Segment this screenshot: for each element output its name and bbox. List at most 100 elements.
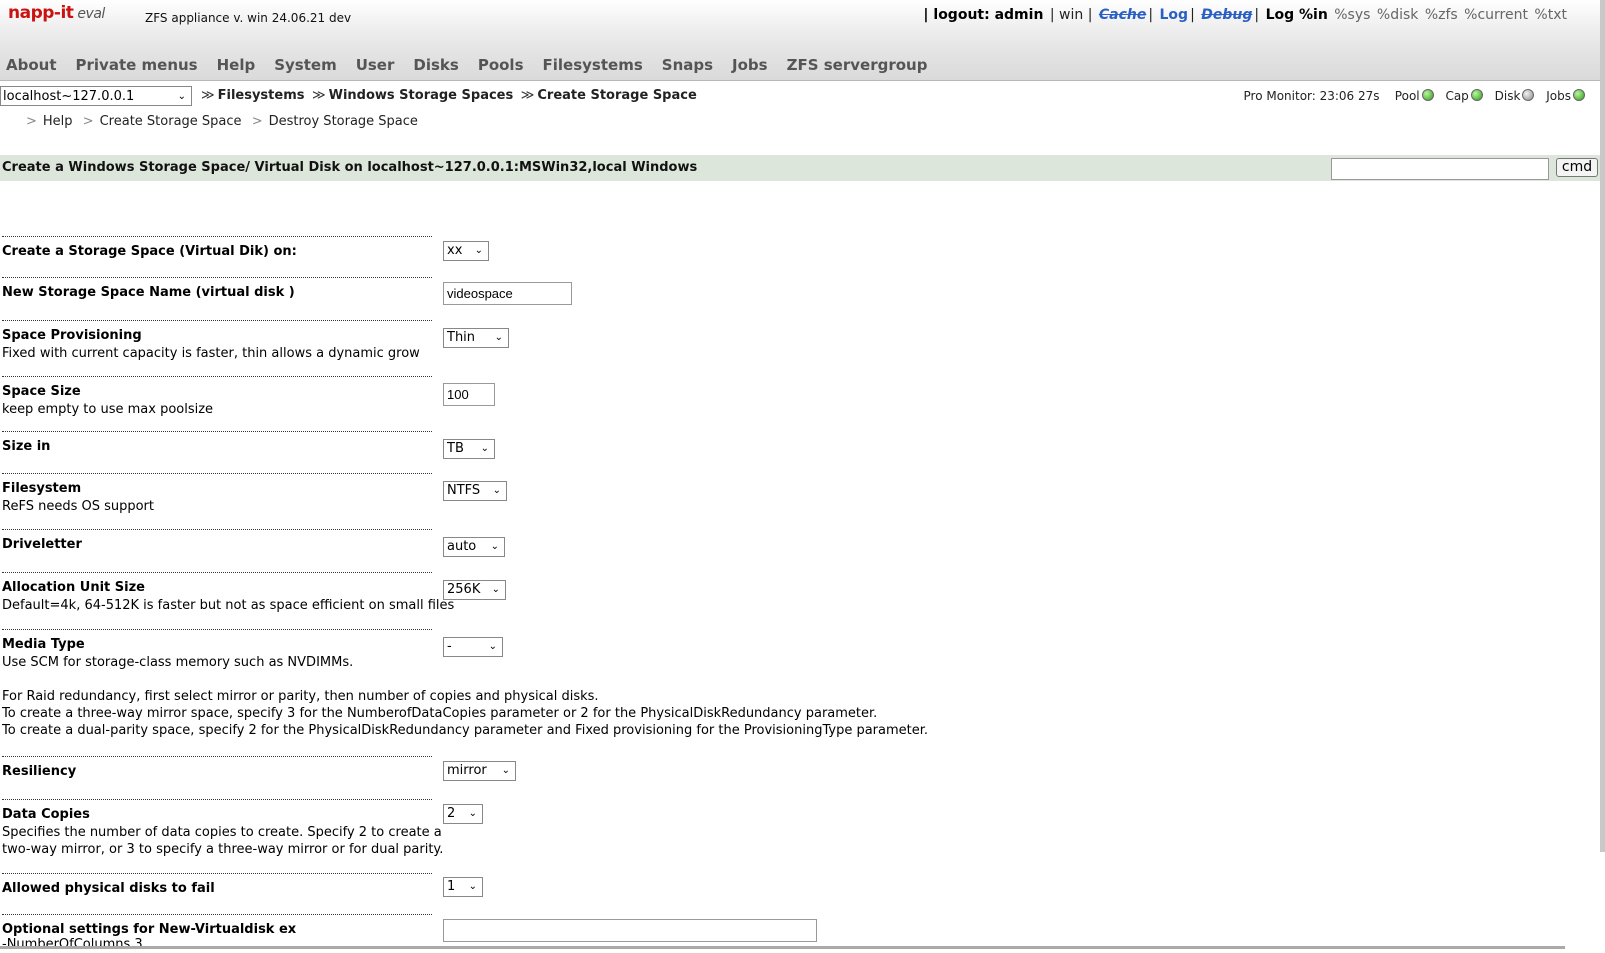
media-type-select[interactable]: - ⌄	[443, 637, 503, 657]
double-chevron-icon: ≫	[201, 88, 215, 103]
app-logo[interactable]: napp-it eval	[8, 3, 105, 23]
provisioning-select[interactable]: Thin ⌄	[443, 328, 509, 348]
cmd-input[interactable]	[1331, 158, 1549, 180]
chevron-down-icon: ⌄	[491, 584, 500, 595]
size-in-label: Size in	[2, 439, 51, 454]
monitor-pool[interactable]: Pool	[1395, 89, 1420, 103]
copies-select[interactable]: 2 ⌄	[443, 804, 483, 824]
row-divider	[2, 376, 432, 377]
create-on-select[interactable]: xx ⌄	[443, 241, 489, 261]
double-chevron-icon: ≫	[312, 88, 326, 103]
nav-user[interactable]: User	[356, 54, 395, 76]
copies-label: Data Copies	[2, 807, 90, 822]
row-divider	[2, 572, 432, 573]
cmd-button[interactable]: cmd	[1556, 158, 1598, 177]
header-bar: napp-it eval ZFS appliance v. win 24.06.2…	[0, 0, 1605, 81]
monitor-time: Pro Monitor: 23:06 27s	[1243, 89, 1380, 103]
nav-private-menus[interactable]: Private menus	[76, 54, 198, 76]
sys-link[interactable]: %sys	[1334, 7, 1370, 23]
sub-menu: > Help > Create Storage Space > Destroy Sto…	[26, 114, 418, 129]
double-chevron-icon: ≫	[520, 88, 535, 103]
logout-link[interactable]: | logout: admin	[923, 7, 1043, 23]
raid-note-line: To create a three-way mirror space, spec…	[2, 706, 878, 721]
row-divider	[2, 799, 432, 800]
cache-link[interactable]: Cache	[1099, 7, 1146, 23]
chevron-down-icon: ⌄	[494, 332, 503, 343]
nav-about[interactable]: About	[6, 54, 57, 76]
disk-status-icon	[1522, 89, 1535, 101]
top-links: | logout: admin | win | Cache | Log | Debu…	[923, 7, 1567, 23]
log-link[interactable]: Log	[1160, 7, 1189, 23]
win-link[interactable]: | win |	[1050, 7, 1093, 23]
optional-label: Optional settings for New-Virtualdisk ex	[2, 922, 297, 937]
vertical-scrollbar[interactable]	[1600, 0, 1605, 852]
nav-zfs-servergroup[interactable]: ZFS servergroup	[787, 54, 928, 76]
nav-jobs[interactable]: Jobs	[732, 54, 768, 76]
filesystem-label: Filesystem	[2, 481, 82, 496]
pool-status-icon	[1421, 89, 1434, 101]
crumb-windows-storage-spaces[interactable]: Windows Storage Spaces	[329, 88, 514, 103]
row-divider	[2, 236, 432, 237]
nav-filesystems[interactable]: Filesystems	[543, 54, 643, 76]
provisioning-desc: Fixed with current capacity is faster, t…	[2, 346, 420, 361]
allocation-desc: Default=4k, 64-512K is faster but not as…	[2, 598, 455, 613]
crumb-create-storage-space[interactable]: Create Storage Space	[537, 88, 696, 103]
txt-link[interactable]: %txt	[1534, 7, 1567, 23]
submenu-help[interactable]: Help	[43, 114, 73, 129]
nav-disks[interactable]: Disks	[413, 54, 458, 76]
chevron-down-icon: ⌄	[474, 245, 483, 256]
chevron-down-icon: ⌄	[490, 541, 499, 552]
space-name-input[interactable]	[443, 282, 572, 305]
crumb-filesystems[interactable]: Filesystems	[218, 88, 305, 103]
chevron-down-icon: ⌄	[177, 91, 186, 102]
provisioning-label: Space Provisioning	[2, 328, 142, 343]
size-desc: keep empty to use max poolsize	[2, 402, 214, 417]
allocation-label: Allocation Unit Size	[2, 580, 145, 595]
raid-note: For Raid redundancy, first select mirror…	[2, 688, 928, 739]
chevron-down-icon: ⌄	[468, 881, 477, 892]
driveletter-select[interactable]: auto ⌄	[443, 537, 505, 557]
debug-link[interactable]: Debug	[1201, 7, 1252, 23]
logo-edition: eval	[77, 6, 105, 22]
app-version: ZFS appliance v. win 24.06.21 dev	[145, 11, 352, 25]
chevron-right-icon: >	[82, 114, 94, 129]
horizontal-scrollbar[interactable]	[0, 946, 1565, 949]
filesystem-desc: ReFS needs OS support	[2, 499, 155, 514]
media-desc: Use SCM for storage-class memory such as…	[2, 655, 354, 670]
nav-pools[interactable]: Pools	[478, 54, 524, 76]
disk-link[interactable]: %disk	[1377, 7, 1418, 23]
allocation-select[interactable]: 256K ⌄	[443, 580, 506, 600]
submenu-create-storage-space[interactable]: Create Storage Space	[100, 114, 242, 129]
breadcrumb: ≫ Filesystems ≫ Windows Storage Spaces ≫ Cr…	[198, 88, 697, 103]
monitor-disk[interactable]: Disk	[1495, 89, 1521, 103]
nav-help[interactable]: Help	[217, 54, 256, 76]
row-divider	[2, 873, 432, 874]
monitor-jobs[interactable]: Jobs	[1546, 89, 1571, 103]
chevron-down-icon: ⌄	[468, 808, 477, 819]
monitor-cap[interactable]: Cap	[1445, 89, 1468, 103]
pro-monitor: Pro Monitor: 23:06 27s Pool Cap Disk Job…	[1243, 89, 1585, 103]
row-divider	[2, 431, 432, 432]
size-in-select[interactable]: TB ⌄	[443, 439, 495, 459]
zfs-link[interactable]: %zfs	[1425, 7, 1458, 23]
log-in-link[interactable]: Log %in	[1266, 7, 1328, 23]
disks-to-fail-select[interactable]: 1 ⌄	[443, 877, 483, 897]
nav-snaps[interactable]: Snaps	[662, 54, 713, 76]
filesystem-select[interactable]: NTFS ⌄	[443, 481, 507, 501]
row-divider	[2, 277, 432, 278]
submenu-destroy-storage-space[interactable]: Destroy Storage Space	[269, 114, 418, 129]
cap-status-icon	[1470, 89, 1483, 101]
current-link[interactable]: %current	[1464, 7, 1528, 23]
fail-label: Allowed physical disks to fail	[2, 881, 215, 896]
jobs-status-icon	[1573, 89, 1585, 101]
host-select[interactable]: localhost~127.0.0.1 ⌄	[0, 86, 192, 106]
resiliency-select[interactable]: mirror ⌄	[443, 761, 516, 781]
row-divider	[2, 914, 432, 915]
chevron-down-icon: ⌄	[492, 485, 501, 496]
nav-system[interactable]: System	[274, 54, 336, 76]
space-size-input[interactable]	[443, 383, 495, 406]
optional-settings-input[interactable]	[443, 919, 817, 942]
row-divider	[2, 756, 432, 757]
row-divider	[2, 473, 432, 474]
chevron-right-icon: >	[251, 114, 263, 129]
